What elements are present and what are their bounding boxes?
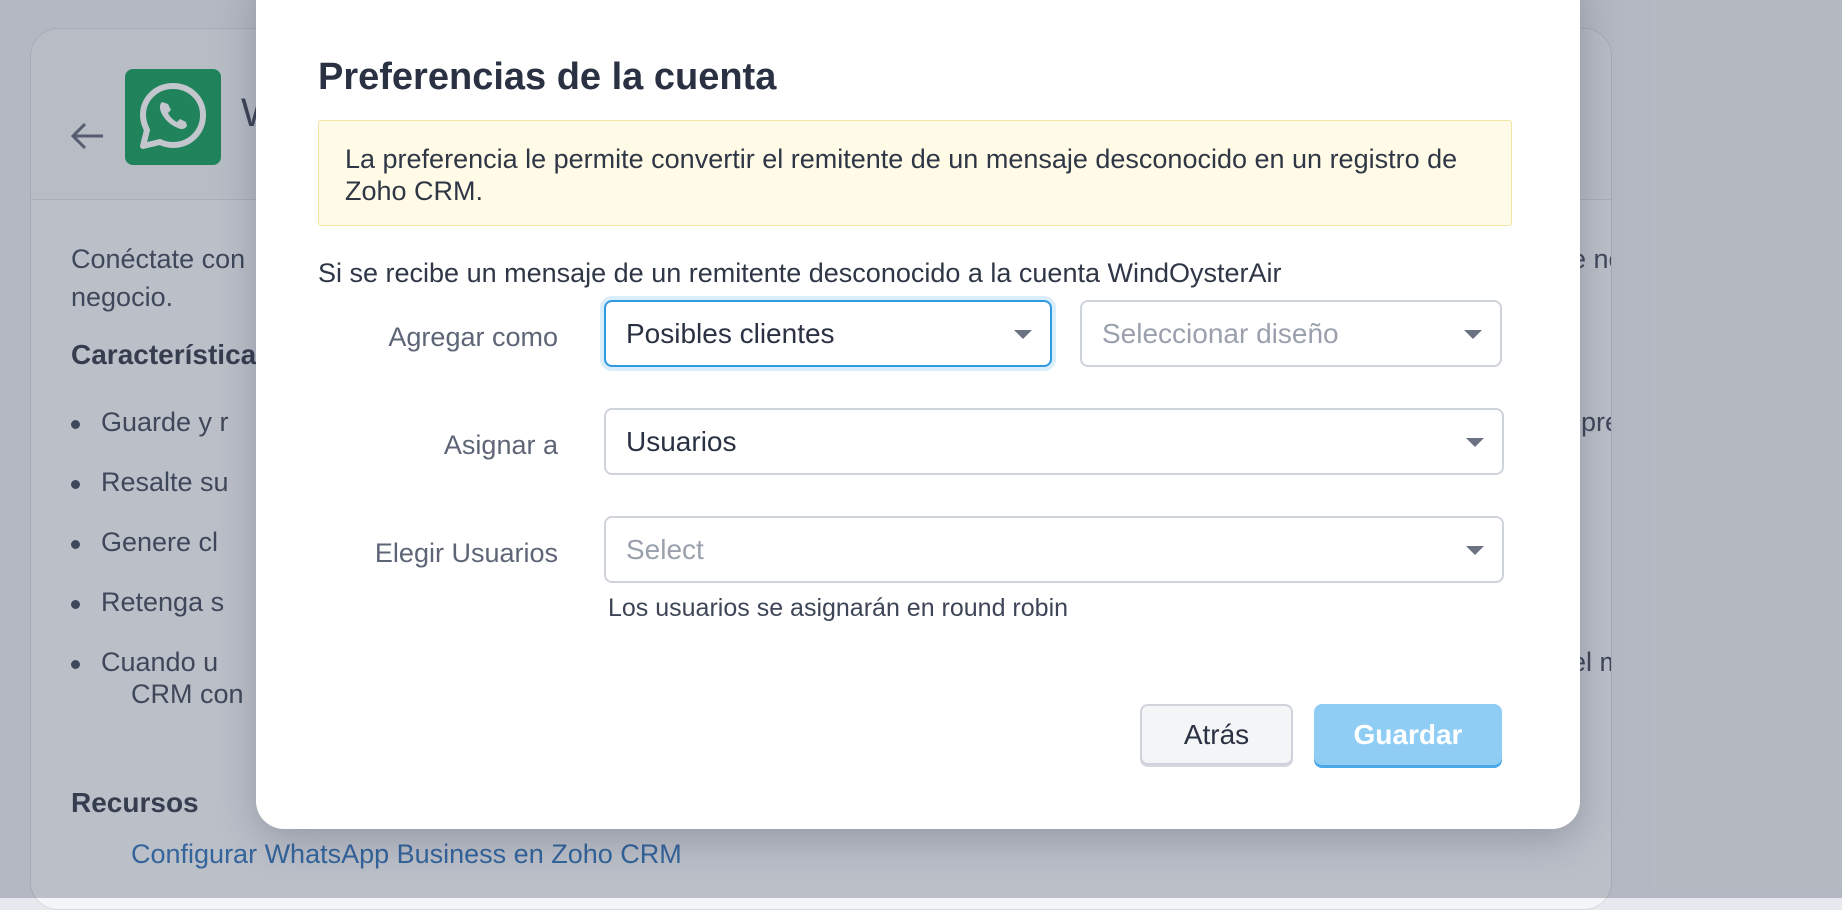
layout-select[interactable]: Seleccionar diseño bbox=[1080, 300, 1502, 367]
choose-users-select[interactable]: Select bbox=[604, 516, 1504, 583]
add-as-value: Posibles clientes bbox=[626, 318, 835, 350]
caret-down-icon bbox=[1466, 546, 1484, 555]
add-as-select[interactable]: Posibles clientes bbox=[604, 300, 1052, 367]
dialog-intro-text: Si se recibe un mensaje de un remitente … bbox=[318, 258, 1282, 289]
assign-to-select[interactable]: Usuarios bbox=[604, 408, 1504, 475]
choose-users-label-wrap: Elegir Usuarios bbox=[318, 538, 558, 578]
layout-placeholder: Seleccionar diseño bbox=[1102, 318, 1339, 350]
save-button[interactable]: Guardar bbox=[1314, 704, 1502, 765]
assign-to-label-wrap: Asignar a bbox=[318, 430, 558, 470]
dialog-title: Preferencias de la cuenta bbox=[318, 56, 776, 99]
round-robin-hint: Los usuarios se asignarán en round robin bbox=[608, 594, 1068, 623]
info-notice: La preferencia le permite convertir el r… bbox=[318, 120, 1512, 226]
assign-to-label: Asignar a bbox=[444, 430, 558, 461]
choose-users-label: Elegir Usuarios bbox=[375, 538, 558, 569]
choose-users-placeholder: Select bbox=[626, 534, 704, 566]
back-button[interactable]: Atrás bbox=[1140, 704, 1293, 765]
add-as-label-wrap: Agregar como bbox=[318, 322, 558, 362]
assign-to-value: Usuarios bbox=[626, 426, 736, 458]
add-as-label: Agregar como bbox=[388, 322, 558, 353]
caret-down-icon bbox=[1014, 330, 1032, 339]
account-preferences-dialog: Preferencias de la cuenta La preferencia… bbox=[256, 0, 1580, 829]
caret-down-icon bbox=[1466, 438, 1484, 447]
caret-down-icon bbox=[1464, 330, 1482, 339]
